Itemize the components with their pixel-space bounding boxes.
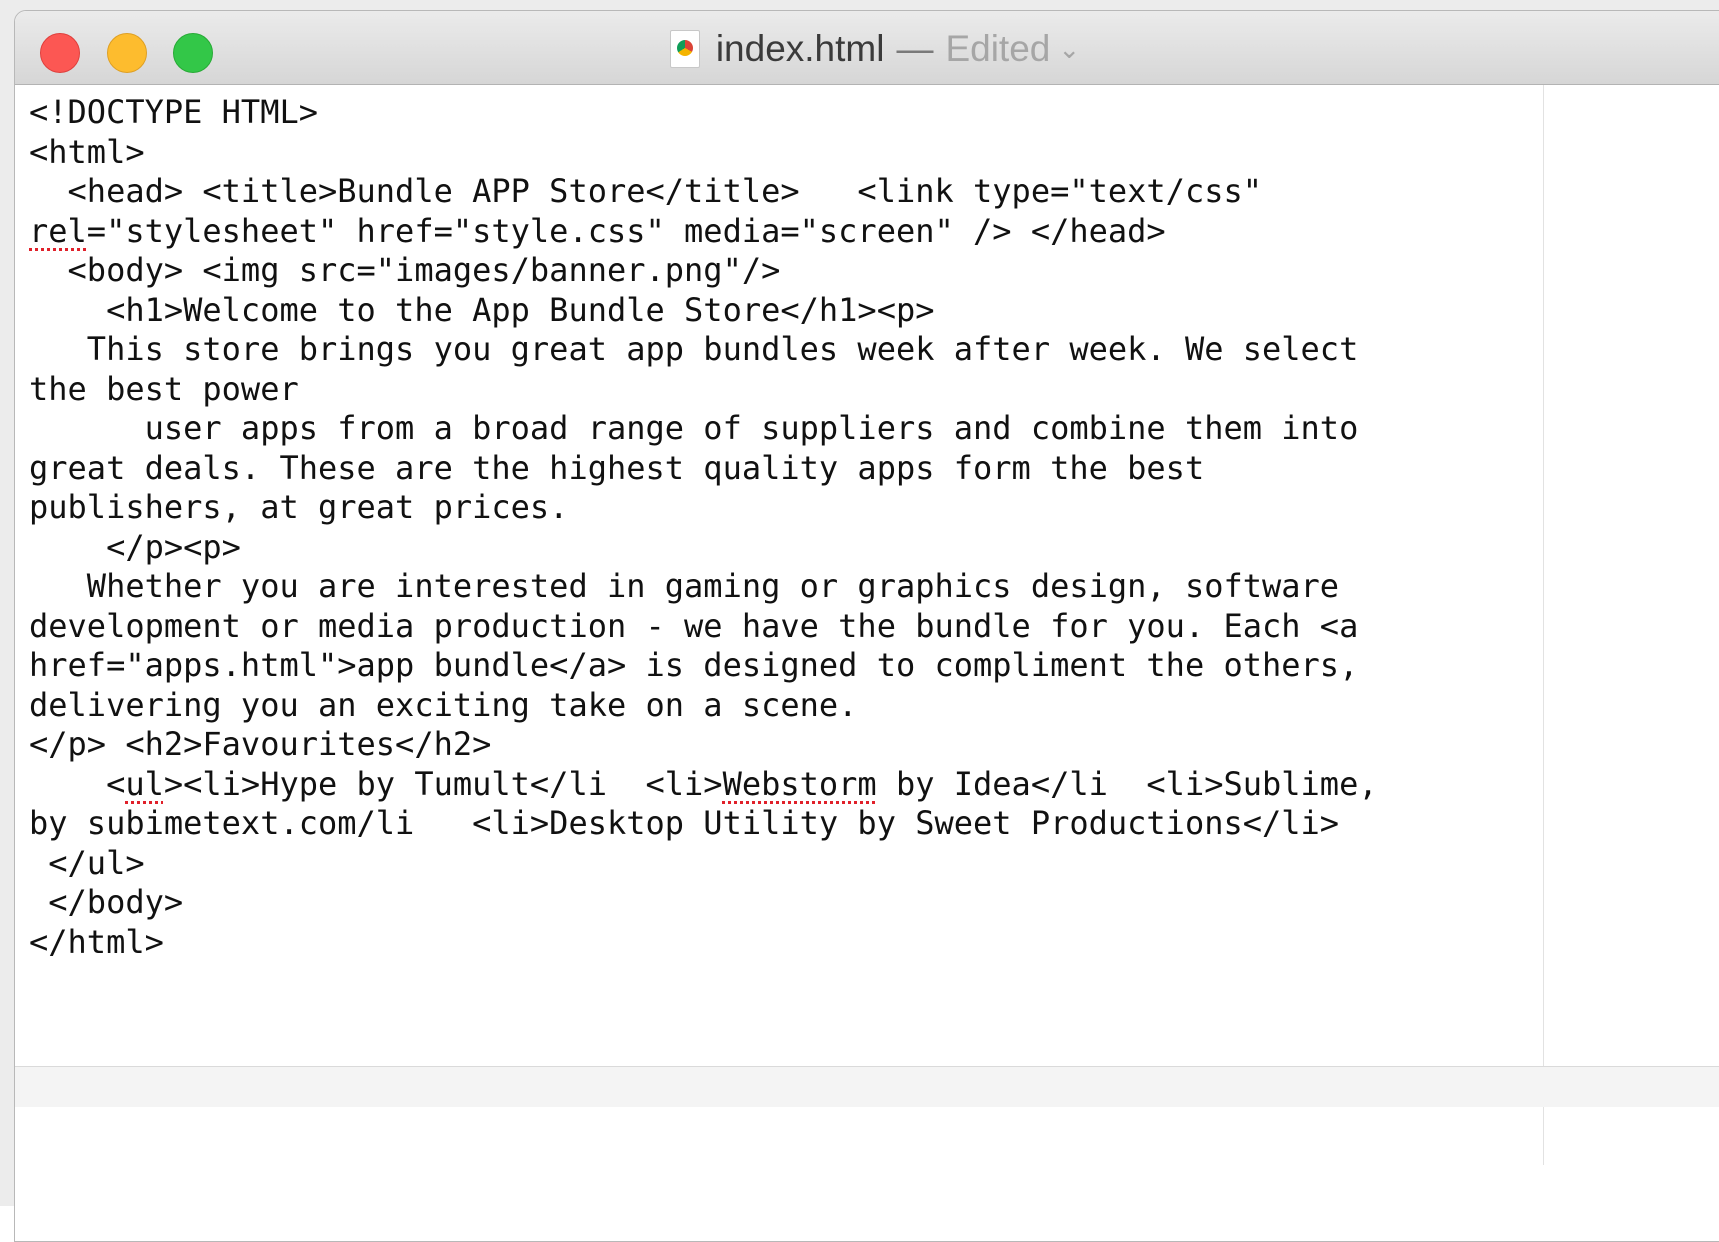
code-line: </p><p> <box>29 527 241 566</box>
code-line: development or media production - we hav… <box>29 606 1359 645</box>
window-title[interactable]: index.html — Edited ⌄ <box>15 27 1719 71</box>
code-line: <body> <img src="images/banner.png"/> <box>29 251 781 289</box>
code-line: delivering you an exciting take on a sce… <box>29 685 858 724</box>
textedit-window: index.html — Edited ⌄ <!DOCTYPE HTML> <ht… <box>0 0 1719 1242</box>
window-frame: index.html — Edited ⌄ <!DOCTYPE HTML> <ht… <box>14 10 1719 1242</box>
code-line: </html> <box>29 922 164 961</box>
code-line: the best power <box>29 369 299 408</box>
code-line-rest: ="stylesheet" href="style.css" media="sc… <box>86 211 1166 250</box>
misspelled-word[interactable]: ul <box>125 765 164 803</box>
html-document-icon <box>669 30 700 68</box>
chevron-down-icon[interactable]: ⌄ <box>1058 34 1080 65</box>
code-line: great deals. These are the highest quali… <box>29 448 1205 487</box>
code-line: <head> <title>Bundle APP Store</title> <… <box>29 172 1262 210</box>
title-separator: — <box>896 28 934 69</box>
window-filename: index.html <box>715 28 885 69</box>
code-line: <html> <box>29 132 145 171</box>
code-line: </p> <h2>Favourites</h2> <box>29 725 492 763</box>
code-line: href="apps.html">app bundle</a> is desig… <box>29 646 1359 684</box>
code-line: by subimetext.com/li <li>Desktop Utility… <box>29 804 1340 842</box>
text-editor-area[interactable]: <!DOCTYPE HTML> <html> <head> <title>Bund… <box>15 85 1544 1165</box>
code-line: publishers, at great prices. <box>29 488 569 526</box>
code-line: user apps from a broad range of supplier… <box>29 409 1359 447</box>
misspelled-word[interactable]: rel <box>29 212 87 250</box>
code-line: Whether you are interested in gaming or … <box>29 567 1340 605</box>
code-line: rel="stylesheet" href="style.css" media=… <box>29 212 1378 252</box>
edited-status[interactable]: Edited <box>945 28 1050 70</box>
bottom-bar <box>15 1066 1719 1107</box>
code-line: <!DOCTYPE HTML> <box>29 93 318 131</box>
misspelled-word[interactable]: Webstorm <box>723 765 877 803</box>
code-line: <h1>Welcome to the App Bundle Store</h1>… <box>29 290 935 329</box>
code-line: This store brings you great app bundles … <box>29 330 1359 368</box>
code-line: <ul><li>Hype by Tumult</li <li>Webstorm … <box>29 764 1378 803</box>
code-line: </ul> <box>29 843 145 882</box>
document-text[interactable]: <!DOCTYPE HTML> <html> <head> <title>Bund… <box>29 93 1378 962</box>
code-line: </body> <box>29 883 184 921</box>
title-bar[interactable]: index.html — Edited ⌄ <box>15 11 1719 85</box>
